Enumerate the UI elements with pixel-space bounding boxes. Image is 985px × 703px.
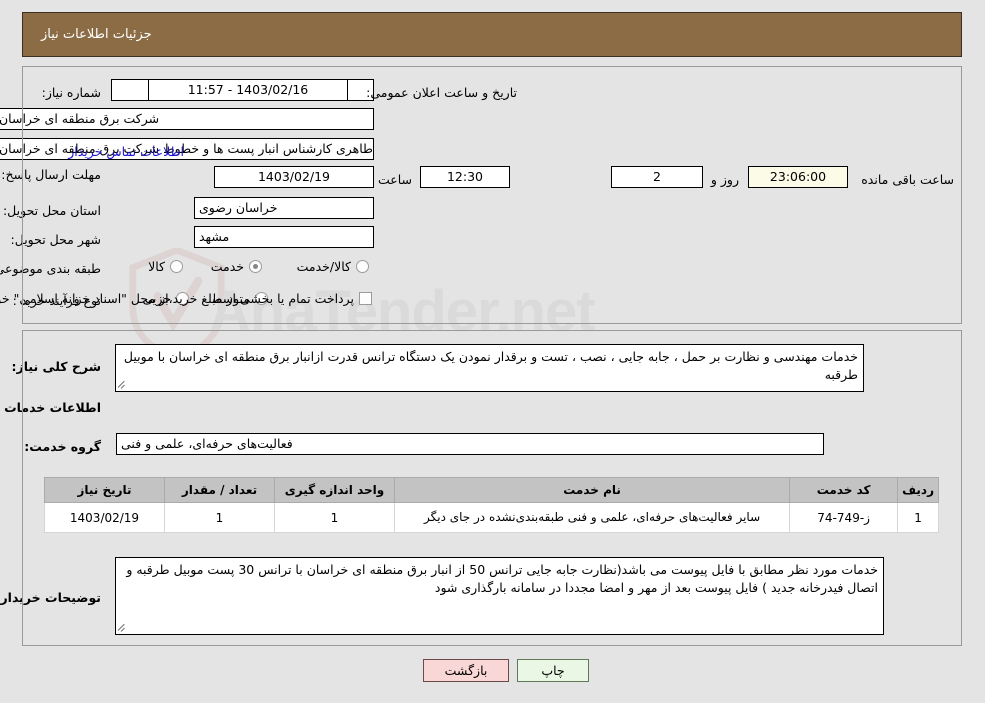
print-button[interactable]: چاپ	[518, 659, 590, 682]
th-code: کد خدمت	[790, 477, 900, 503]
th-row: ردیف	[898, 477, 940, 503]
cell-name: سایر فعالیت‌های حرفه‌ای، علمی و فنی طبقه…	[394, 502, 792, 533]
cell-row: 1	[898, 502, 940, 533]
service-items-table: ردیف کد خدمت نام خدمت واحد اندازه گیری ت…	[45, 477, 940, 533]
back-button[interactable]: بازگشت	[424, 659, 510, 682]
table-row: 1 ز-749-74 سایر فعالیت‌های حرفه‌ای، علمی…	[45, 502, 940, 533]
cell-date: 1403/02/19	[45, 502, 166, 533]
cell-code: ز-749-74	[790, 502, 900, 533]
page-title: جزئیات اطلاعات نیاز	[42, 27, 153, 42]
cell-qty: 1	[165, 502, 276, 533]
page-header-banner: جزئیات اطلاعات نیاز	[23, 12, 963, 57]
th-qty: تعداد / مقدار	[165, 477, 276, 503]
table-header-row: ردیف کد خدمت نام خدمت واحد اندازه گیری ت…	[45, 477, 940, 503]
th-name: نام خدمت	[394, 477, 792, 503]
th-unit: واحد اندازه گیری	[275, 477, 396, 503]
service-items-table-wrapper: ردیف کد خدمت نام خدمت واحد اندازه گیری ت…	[45, 477, 940, 533]
cell-unit: 1	[275, 502, 396, 533]
th-date: تاریخ نیاز	[45, 477, 166, 503]
need-info-panel	[23, 66, 963, 324]
